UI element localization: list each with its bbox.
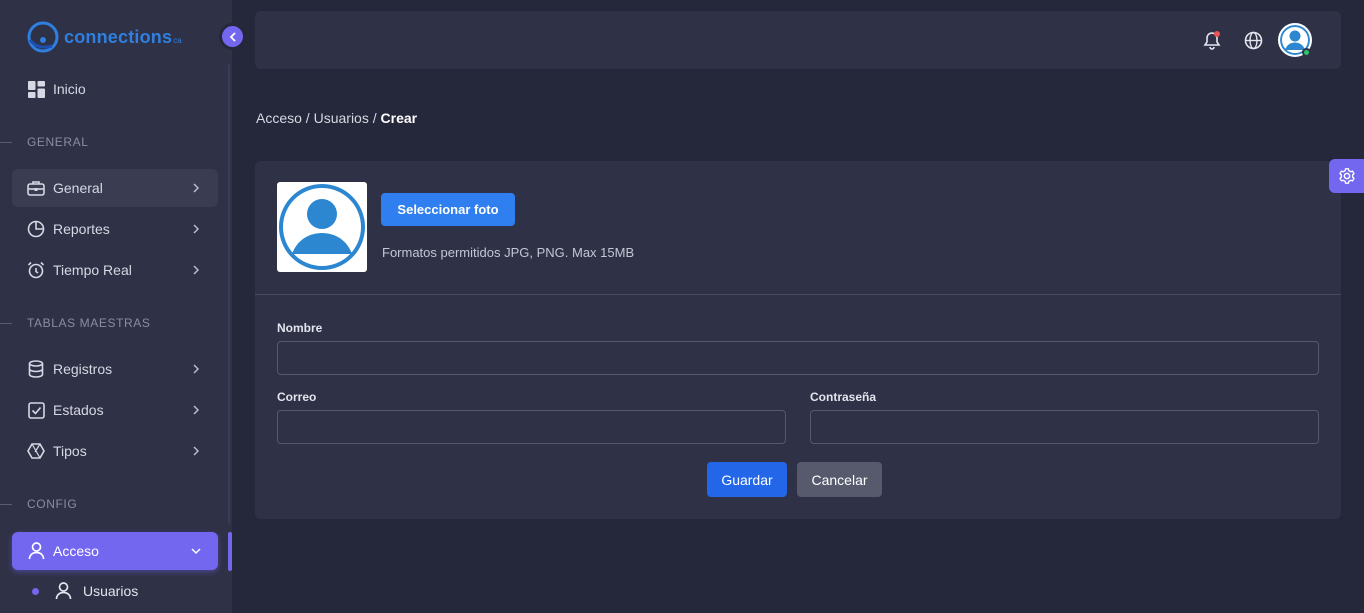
chevron-right-icon — [188, 262, 204, 278]
user-icon — [26, 541, 46, 561]
sidebar-item-acceso[interactable]: Acceso — [12, 532, 218, 570]
notification-badge — [1214, 31, 1220, 37]
sidebar-item-general[interactable]: General — [12, 169, 218, 207]
topbar — [255, 11, 1341, 69]
breadcrumb-usuarios[interactable]: Usuarios — [314, 110, 369, 126]
database-icon — [26, 359, 46, 379]
sidebar-item-label: General — [53, 180, 103, 196]
hexagon-icon — [26, 441, 46, 461]
chevron-right-icon — [188, 402, 204, 418]
sidebar-item-tiempo-real[interactable]: Tiempo Real — [12, 251, 218, 289]
logo-icon — [27, 21, 59, 53]
brand-suffix: ca — [173, 35, 182, 45]
sidebar-item-label: Tiempo Real — [53, 262, 132, 278]
alarm-clock-icon — [26, 260, 46, 280]
chevron-down-icon — [188, 543, 204, 559]
profile-photo-preview — [277, 182, 367, 272]
collapse-sidebar-button[interactable] — [222, 26, 243, 47]
sidebar-item-inicio[interactable]: Inicio — [12, 70, 218, 108]
theme-settings-button[interactable] — [1329, 159, 1364, 193]
contrasena-label: Contraseña — [810, 390, 877, 404]
section-config: CONFIG — [0, 497, 232, 511]
sidebar-subitem-label: Usuarios — [83, 583, 139, 599]
brand-logo[interactable]: connections ca — [26, 20, 182, 54]
chevron-right-icon — [188, 361, 204, 377]
chevron-right-icon — [188, 443, 204, 459]
nombre-input[interactable] — [277, 341, 1319, 375]
user-icon — [53, 581, 73, 601]
brand-name: connections — [64, 26, 173, 47]
dashboard-icon — [26, 79, 46, 99]
sidebar-item-label: Reportes — [53, 221, 110, 237]
default-avatar-icon — [279, 184, 365, 270]
briefcase-icon — [26, 178, 46, 198]
language-button[interactable] — [1242, 29, 1264, 51]
sidebar-item-estados[interactable]: Estados — [12, 391, 218, 429]
correo-label: Correo — [277, 390, 317, 404]
active-indicator — [228, 532, 232, 571]
sidebar-item-label: Acceso — [53, 543, 99, 559]
sidebar-item-registros[interactable]: Registros — [12, 350, 218, 388]
breadcrumb-current: Crear — [380, 110, 418, 126]
correo-input[interactable] — [277, 410, 786, 444]
sidebar-item-label: Estados — [53, 402, 104, 418]
checkbox-icon — [26, 400, 46, 420]
chevron-right-icon — [188, 221, 204, 237]
section-tablas-maestras: TABLAS MAESTRAS — [0, 316, 232, 330]
sidebar-item-label: Inicio — [53, 81, 86, 97]
chevron-right-icon — [188, 180, 204, 196]
sidebar-item-label: Tipos — [53, 443, 87, 459]
sidebar-item-reportes[interactable]: Reportes — [12, 210, 218, 248]
sidebar-item-tipos[interactable]: Tipos — [12, 432, 218, 470]
contrasena-input[interactable] — [810, 410, 1319, 444]
allowed-formats-text: Formatos permitidos JPG, PNG. Max 15MB — [382, 245, 635, 260]
pie-chart-icon — [26, 219, 46, 239]
online-status-indicator — [1302, 48, 1311, 57]
select-photo-button[interactable]: Seleccionar foto — [381, 193, 515, 226]
cancel-button[interactable]: Cancelar — [797, 462, 882, 497]
divider — [255, 294, 1341, 295]
sidebar: connections ca Inicio GENERAL General Re… — [0, 0, 232, 613]
chevron-left-icon — [229, 31, 236, 42]
create-user-card: Seleccionar foto Formatos permitidos JPG… — [255, 161, 1341, 519]
gear-icon — [1338, 168, 1355, 184]
save-button[interactable]: Guardar — [707, 462, 787, 497]
active-dot-icon — [32, 587, 39, 595]
notifications-button[interactable] — [1201, 29, 1223, 51]
sidebar-subitem-usuarios[interactable]: Usuarios — [12, 574, 218, 608]
sidebar-scrollbar[interactable] — [228, 64, 230, 524]
nombre-label: Nombre — [277, 321, 323, 335]
sidebar-item-label: Registros — [53, 361, 113, 377]
section-general: GENERAL — [0, 135, 232, 149]
breadcrumb-acceso[interactable]: Acceso — [256, 110, 302, 126]
globe-icon — [1244, 31, 1262, 49]
breadcrumb: Acceso / Usuarios / Crear — [256, 110, 418, 126]
